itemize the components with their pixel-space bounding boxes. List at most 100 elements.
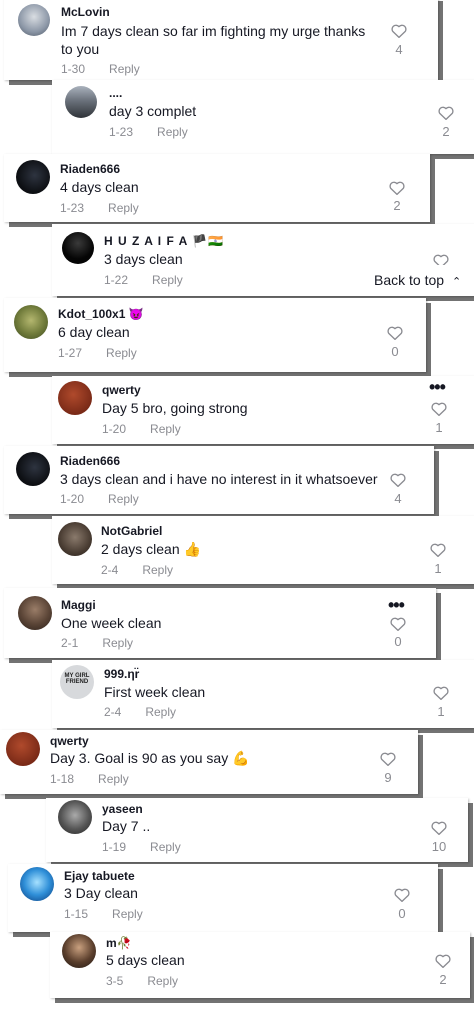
back-to-top-button[interactable]: Back to top ⌃ (364, 265, 472, 295)
reply-button[interactable]: Reply (147, 974, 178, 988)
reply-button[interactable]: Reply (112, 907, 143, 921)
heart-icon[interactable] (431, 402, 447, 416)
comment-card: .... day 3 complet 1-23 Reply 2 (52, 80, 474, 154)
reply-button[interactable]: Reply (152, 273, 183, 287)
comment-username[interactable]: qwerty (50, 734, 89, 748)
heart-icon[interactable] (391, 24, 407, 38)
reply-button[interactable]: Reply (157, 125, 188, 139)
reply-button[interactable]: Reply (98, 772, 129, 786)
heart-icon[interactable] (387, 326, 403, 340)
like-count: 0 (391, 344, 399, 359)
more-dots-icon[interactable]: ••• (388, 596, 405, 614)
like-count: 4 (395, 42, 403, 57)
like-count: 9 (384, 770, 392, 785)
heart-icon[interactable] (431, 821, 447, 835)
avatar[interactable] (18, 596, 52, 630)
comment-date: 1-22 (104, 273, 129, 287)
like-count: 4 (394, 491, 402, 506)
heart-icon[interactable] (380, 752, 396, 766)
comment-username[interactable]: Riaden666 (60, 454, 120, 468)
heart-icon[interactable] (389, 181, 405, 195)
avatar[interactable] (18, 4, 50, 36)
avatar[interactable]: MY GIRL FRIEND (60, 665, 94, 699)
comment-meta: 1-20 Reply (60, 492, 139, 506)
avatar[interactable] (6, 732, 40, 766)
comment-date: 1-15 (64, 907, 89, 921)
comment-meta: 1-20 Reply (102, 422, 181, 436)
comment-username[interactable]: H U Z A I F A 🏴🇮🇳 (104, 234, 224, 248)
avatar[interactable] (58, 522, 92, 556)
like-count: 2 (393, 198, 401, 213)
comment-meta: 1-15 Reply (64, 907, 143, 921)
comment-meta: 2-4 Reply (104, 705, 176, 719)
comment-date: 2-1 (61, 636, 79, 650)
comment-username[interactable]: Kdot_100x1 😈 (58, 307, 144, 321)
reply-button[interactable]: Reply (106, 346, 137, 360)
comment-card: MY GIRL FRIEND 999.ηr̈ First week clean … (52, 660, 474, 728)
comment-date: 1-27 (58, 346, 83, 360)
reply-button[interactable]: Reply (109, 62, 140, 76)
avatar[interactable] (16, 452, 50, 486)
comment-text: Day 5 bro, going strong (102, 400, 248, 416)
reply-button[interactable]: Reply (102, 636, 133, 650)
comment-text: 6 day clean (58, 324, 130, 340)
comment-card: Riaden666 3 days clean and i have no int… (4, 446, 434, 514)
comment-text: One week clean (61, 615, 162, 631)
comment-username[interactable]: McLovin (61, 5, 110, 19)
avatar[interactable] (20, 867, 54, 901)
comment-text: Day 7 .. (102, 818, 151, 834)
comment-text: 4 days clean (60, 179, 139, 195)
heart-icon[interactable] (438, 106, 454, 120)
comment-card: NotGabriel 2 days clean 👍 2-4 Reply 1 (52, 516, 474, 584)
comment-date: 2-4 (104, 705, 122, 719)
more-dots-icon[interactable]: ••• (429, 378, 446, 396)
avatar[interactable] (16, 160, 50, 194)
comment-date: 1-20 (102, 422, 127, 436)
avatar[interactable] (14, 305, 48, 339)
comment-meta: 1-19 Reply (102, 840, 181, 854)
heart-icon[interactable] (394, 888, 410, 902)
avatar[interactable] (62, 934, 96, 968)
comment-meta: 2-1 Reply (61, 636, 133, 650)
heart-icon[interactable] (430, 543, 446, 557)
comment-card: yaseen Day 7 .. 1-19 Reply 10 (46, 798, 468, 862)
heart-icon[interactable] (433, 686, 449, 700)
reply-button[interactable]: Reply (108, 201, 139, 215)
heart-icon[interactable] (390, 473, 406, 487)
comment-card: Kdot_100x1 😈 6 day clean 1-27 Reply 0 (4, 298, 426, 372)
comment-card: qwerty Day 5 bro, going strong 1-20 Reply… (52, 376, 474, 444)
comment-date: 1-30 (61, 62, 86, 76)
comment-card: m🥀 5 days clean 3-5 Reply 2 (50, 932, 470, 998)
comment-username[interactable]: .... (109, 86, 122, 100)
comment-username[interactable]: m🥀 (106, 936, 132, 950)
like-count: 0 (398, 906, 406, 921)
reply-button[interactable]: Reply (145, 705, 176, 719)
reply-button[interactable]: Reply (142, 563, 173, 577)
heart-icon[interactable] (390, 617, 406, 631)
avatar[interactable] (58, 381, 92, 415)
comment-date: 1-23 (60, 201, 85, 215)
comment-text: day 3 complet (109, 103, 197, 119)
comment-meta: 1-23 Reply (109, 125, 188, 139)
comment-text: 3 days clean and i have no interest in i… (60, 471, 378, 487)
chevron-up-icon: ⌃ (452, 276, 462, 288)
avatar[interactable] (58, 800, 92, 834)
comment-username[interactable]: 999.ηr̈ (104, 667, 139, 681)
comment-username[interactable]: qwerty (102, 383, 141, 397)
avatar[interactable] (65, 86, 97, 118)
comment-date: 1-20 (60, 492, 85, 506)
comment-username[interactable]: yaseen (102, 802, 143, 816)
comment-username[interactable]: NotGabriel (101, 524, 162, 538)
avatar[interactable] (62, 232, 94, 264)
comment-username[interactable]: Riaden666 (60, 162, 120, 176)
reply-button[interactable]: Reply (150, 840, 181, 854)
reply-button[interactable]: Reply (150, 422, 181, 436)
comment-username[interactable]: Maggi (61, 598, 96, 612)
comment-username[interactable]: Ejay tabuete (64, 869, 135, 883)
heart-icon[interactable] (435, 954, 451, 968)
back-to-top-label: Back to top (374, 272, 445, 288)
reply-button[interactable]: Reply (108, 492, 139, 506)
like-count: 10 (431, 839, 447, 854)
like-count: 1 (437, 704, 445, 719)
comment-date: 1-19 (102, 840, 127, 854)
